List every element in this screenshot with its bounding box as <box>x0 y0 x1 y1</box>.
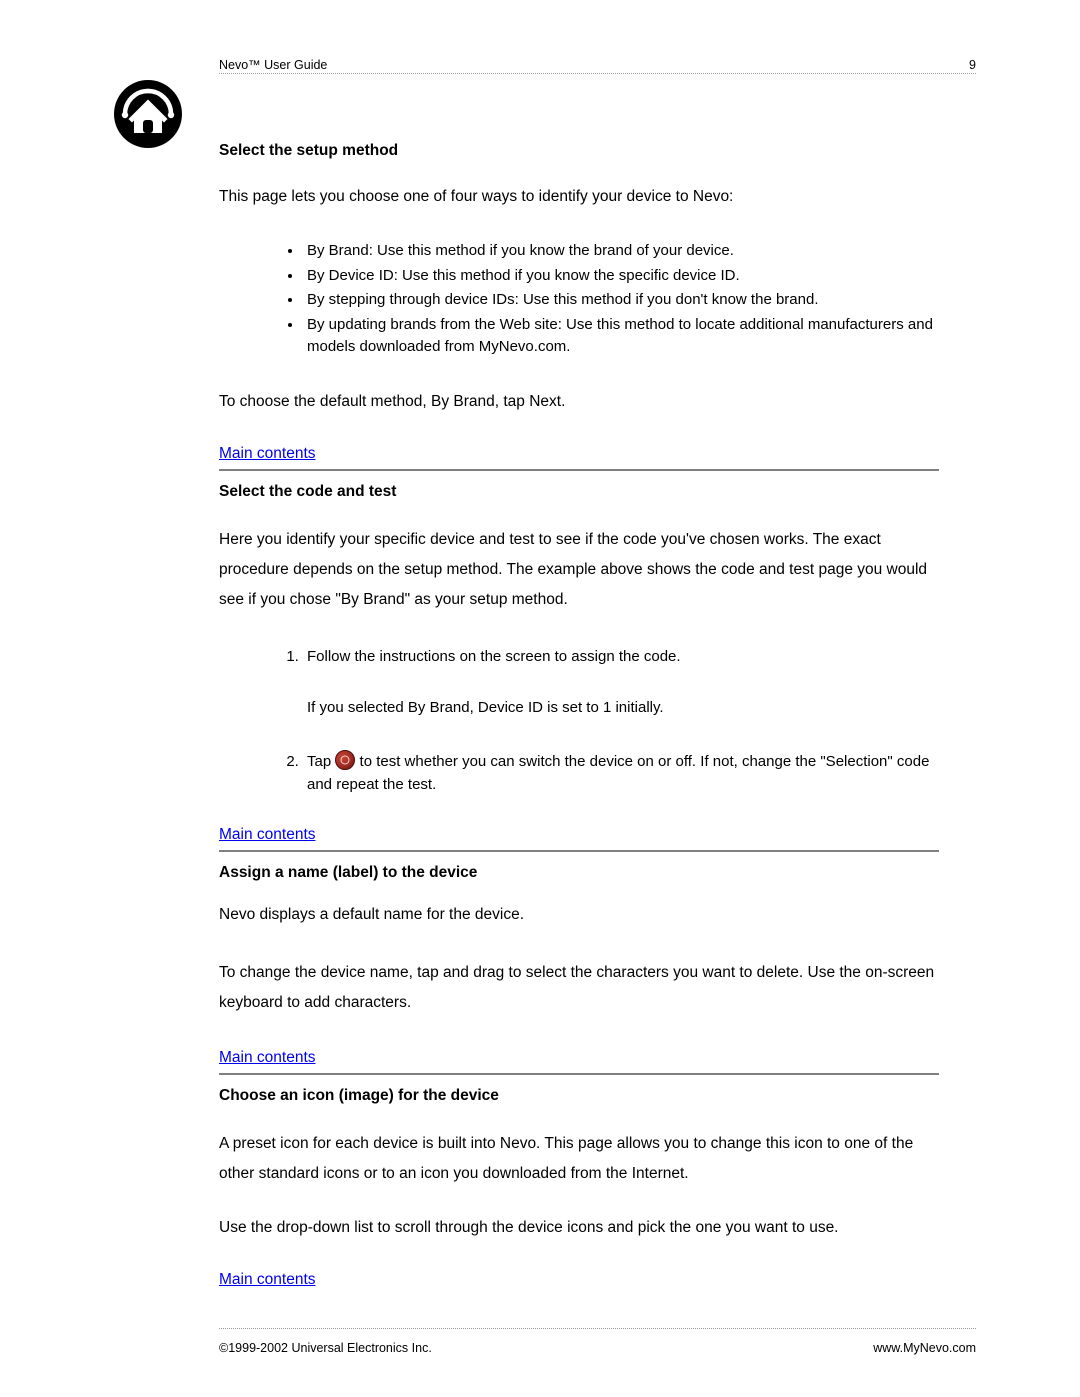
section-divider <box>219 1073 939 1075</box>
header-title: Nevo™ User Guide <box>219 58 327 72</box>
s2-steps: Follow the instructions on the screen to… <box>219 645 939 796</box>
s1-bullet-list: By Brand: Use this method if you know th… <box>219 240 939 359</box>
power-button-icon <box>335 750 355 770</box>
heading-select-code-test: Select the code and test <box>219 483 939 501</box>
s2-step-1: Follow the instructions on the screen to… <box>303 645 939 720</box>
s2-step-2-pre: Tap <box>307 753 335 770</box>
nevo-home-logo-icon <box>113 79 183 149</box>
s1-outro: To choose the default method, By Brand, … <box>219 393 939 411</box>
s2-intro: Here you identify your specific device a… <box>219 525 939 616</box>
footer-url: www.MyNevo.com <box>873 1341 976 1355</box>
page-number: 9 <box>969 58 976 72</box>
link-main-contents[interactable]: Main contents <box>219 826 316 843</box>
s1-bullet-4: By updating brands from the Web site: Us… <box>303 314 939 359</box>
s3-p1: Nevo displays a default name for the dev… <box>219 906 939 924</box>
heading-choose-icon: Choose an icon (image) for the device <box>219 1087 939 1105</box>
s4-p1: A preset icon for each device is built i… <box>219 1129 939 1189</box>
heading-assign-name: Assign a name (label) to the device <box>219 864 939 882</box>
s1-bullet-3: By stepping through device IDs: Use this… <box>303 289 939 312</box>
s2-step-2: Tap to test whether you can switch the d… <box>303 750 939 797</box>
link-main-contents[interactable]: Main contents <box>219 445 316 462</box>
link-main-contents[interactable]: Main contents <box>219 1271 316 1288</box>
s4-p2: Use the drop-down list to scroll through… <box>219 1219 939 1237</box>
s2-step-1-text: Follow the instructions on the screen to… <box>307 648 681 665</box>
header-divider <box>219 73 976 74</box>
s1-intro: This page lets you choose one of four wa… <box>219 188 939 206</box>
s2-step-2-post: to test whether you can switch the devic… <box>307 753 929 793</box>
footer-copyright: ©1999-2002 Universal Electronics Inc. <box>219 1341 432 1355</box>
s3-p2: To change the device name, tap and drag … <box>219 958 939 1018</box>
heading-select-setup-method: Select the setup method <box>219 142 939 160</box>
link-main-contents[interactable]: Main contents <box>219 1049 316 1066</box>
section-divider <box>219 469 939 471</box>
s2-step-1-sub: If you selected By Brand, Device ID is s… <box>307 696 939 719</box>
section-divider <box>219 850 939 852</box>
footer-divider <box>219 1328 976 1329</box>
s1-bullet-1: By Brand: Use this method if you know th… <box>303 240 939 263</box>
s1-bullet-2: By Device ID: Use this method if you kno… <box>303 265 939 288</box>
